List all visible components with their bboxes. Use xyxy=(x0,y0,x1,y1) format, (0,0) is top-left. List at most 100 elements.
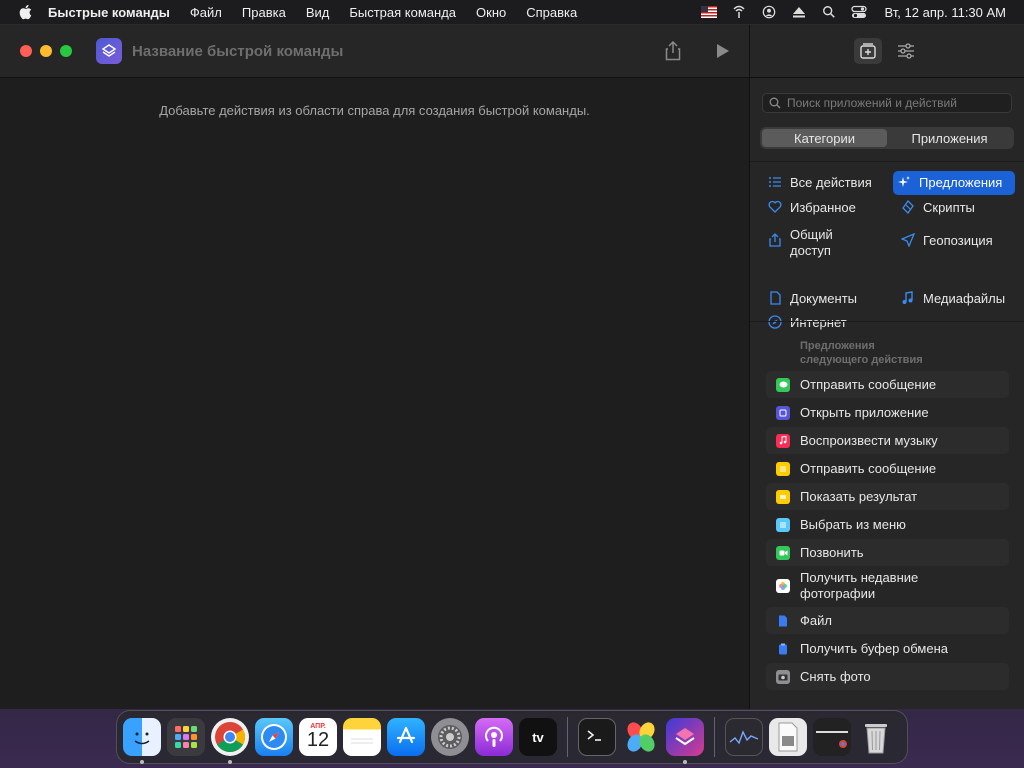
suggestion-call[interactable]: Позвонить xyxy=(766,539,1009,566)
menu-app-name[interactable]: Быстрые команды xyxy=(48,5,170,20)
menu-icon xyxy=(776,517,790,532)
dock: АПР. 12 tv xyxy=(116,710,908,764)
suggestion-open-app[interactable]: Открыть приложение xyxy=(766,399,1009,426)
menu-help[interactable]: Справка xyxy=(526,5,577,20)
panel-toolbar xyxy=(750,25,1024,78)
app-store-icon[interactable] xyxy=(387,718,425,756)
flag-us-icon[interactable] xyxy=(700,5,717,19)
menu-edit[interactable]: Правка xyxy=(242,5,286,20)
menu-clock[interactable]: Вт, 12 апр. 11:30 AM xyxy=(885,5,1006,20)
suggestion-label: Файл xyxy=(800,612,832,628)
category-media[interactable]: Медиафайлы xyxy=(897,287,1009,311)
suggestion-label: Позвонить xyxy=(800,544,864,560)
suggestion-choose-menu[interactable]: Выбрать из меню xyxy=(766,511,1009,538)
status-area: Вт, 12 апр. 11:30 AM xyxy=(700,5,1014,20)
result-icon xyxy=(776,489,790,504)
shortcut-name-field[interactable]: Название быстрой команды xyxy=(132,43,343,60)
suggestion-file[interactable]: Файл xyxy=(766,607,1009,634)
shortcut-icon[interactable] xyxy=(96,38,122,64)
finder-icon[interactable] xyxy=(123,718,161,764)
launchpad-icon[interactable] xyxy=(167,718,205,756)
music-icon xyxy=(776,433,790,448)
category-label: Геопозиция xyxy=(923,233,993,248)
search-placeholder: Поиск приложений и действий xyxy=(787,96,957,110)
suggestion-take-photo[interactable]: Снять фото xyxy=(766,663,1009,690)
eject-icon[interactable] xyxy=(791,5,807,19)
share-icon xyxy=(769,233,781,247)
heart-icon xyxy=(768,200,782,213)
close-button[interactable] xyxy=(20,45,32,57)
category-label: Общий доступ xyxy=(790,227,833,258)
category-sharing[interactable]: Общий доступ xyxy=(764,223,837,259)
category-documents[interactable]: Документы xyxy=(764,287,861,311)
control-center-icon[interactable] xyxy=(850,5,867,19)
apple-tv-icon[interactable]: tv xyxy=(519,718,557,756)
category-scripts[interactable]: Скрипты xyxy=(897,196,979,220)
suggestion-label: Выбрать из меню xyxy=(800,516,906,532)
suggestion-play-music[interactable]: Воспроизвести музыку xyxy=(766,427,1009,454)
chrome-icon[interactable] xyxy=(211,718,249,764)
category-label: Все действия xyxy=(790,175,872,190)
suggestions-heading: Предложения следующего действия xyxy=(800,340,923,366)
suggestion-recent-photos[interactable]: Получить недавние фотографии xyxy=(766,567,1009,605)
tab-apps[interactable]: Приложения xyxy=(887,129,1012,147)
run-button[interactable] xyxy=(713,41,733,61)
tv-label: tv xyxy=(532,729,544,745)
category-suggestions[interactable]: Предложения xyxy=(893,171,1015,195)
action-search-input[interactable]: Поиск приложений и действий xyxy=(762,93,1012,113)
minimize-button[interactable] xyxy=(40,45,52,57)
menu-window[interactable]: Окно xyxy=(476,5,506,20)
share-button[interactable] xyxy=(663,41,683,61)
messages-icon xyxy=(776,377,790,392)
notes-app-icon[interactable] xyxy=(343,718,381,756)
activity-monitor-icon[interactable] xyxy=(725,718,763,756)
window-controls xyxy=(20,45,72,57)
category-favorites[interactable]: Избранное xyxy=(764,196,860,220)
library-button[interactable] xyxy=(854,38,882,64)
suggestion-send-message-2[interactable]: Отправить сообщение xyxy=(766,455,1009,482)
terminal-icon[interactable] xyxy=(578,718,616,756)
podcasts-icon[interactable] xyxy=(475,718,513,756)
chrome-window-icon[interactable] xyxy=(813,718,851,756)
suggestion-label: Отправить сообщение xyxy=(800,460,937,476)
dock-separator xyxy=(714,717,715,757)
zoom-button[interactable] xyxy=(60,45,72,57)
document-preview-icon[interactable] xyxy=(769,718,807,756)
calendar-day: 12 xyxy=(306,728,330,751)
category-location[interactable]: Геопозиция xyxy=(897,229,997,253)
airdrop-icon[interactable] xyxy=(731,5,747,19)
suggestion-get-clipboard[interactable]: Получить буфер обмена xyxy=(766,635,1009,662)
shortcuts-app-icon[interactable] xyxy=(666,718,704,764)
safari-icon[interactable] xyxy=(255,718,293,756)
compass-icon xyxy=(768,315,782,329)
user-icon[interactable] xyxy=(761,5,777,19)
divider xyxy=(750,321,1024,322)
apple-menu-icon[interactable] xyxy=(18,4,32,20)
desktop: Быстрые команды Файл Правка Вид Быстрая … xyxy=(0,0,1024,768)
search-icon[interactable] xyxy=(821,5,837,19)
category-all-actions[interactable]: Все действия xyxy=(764,171,876,195)
document-icon xyxy=(770,291,781,305)
suggestion-send-message[interactable]: Отправить сообщение xyxy=(766,371,1009,398)
music-note-icon xyxy=(902,291,913,304)
scripts-icon xyxy=(902,200,914,214)
suggestion-label: Отправить сообщение xyxy=(800,376,937,392)
sparkle-icon xyxy=(898,176,910,187)
menu-file[interactable]: Файл xyxy=(190,5,222,20)
category-web[interactable]: Интернет xyxy=(764,311,851,335)
menu-shortcut[interactable]: Быстрая команда xyxy=(349,5,456,20)
add-action-icon xyxy=(860,43,876,59)
running-indicator xyxy=(140,760,144,764)
details-button[interactable] xyxy=(892,38,920,64)
suggestion-show-result[interactable]: Показать результат xyxy=(766,483,1009,510)
empty-hint: Добавьте действия из области справа для … xyxy=(159,103,590,118)
shortcut-editor[interactable]: Добавьте действия из области справа для … xyxy=(0,79,749,709)
calendar-icon[interactable]: АПР. 12 xyxy=(299,718,337,756)
photoscape-icon[interactable] xyxy=(622,718,660,756)
system-settings-icon[interactable] xyxy=(431,718,469,756)
tab-categories[interactable]: Категории xyxy=(762,129,887,147)
trash-icon[interactable] xyxy=(857,718,895,756)
menu-view[interactable]: Вид xyxy=(306,5,330,20)
category-label: Скрипты xyxy=(923,200,975,215)
category-label: Предложения xyxy=(919,175,1003,190)
